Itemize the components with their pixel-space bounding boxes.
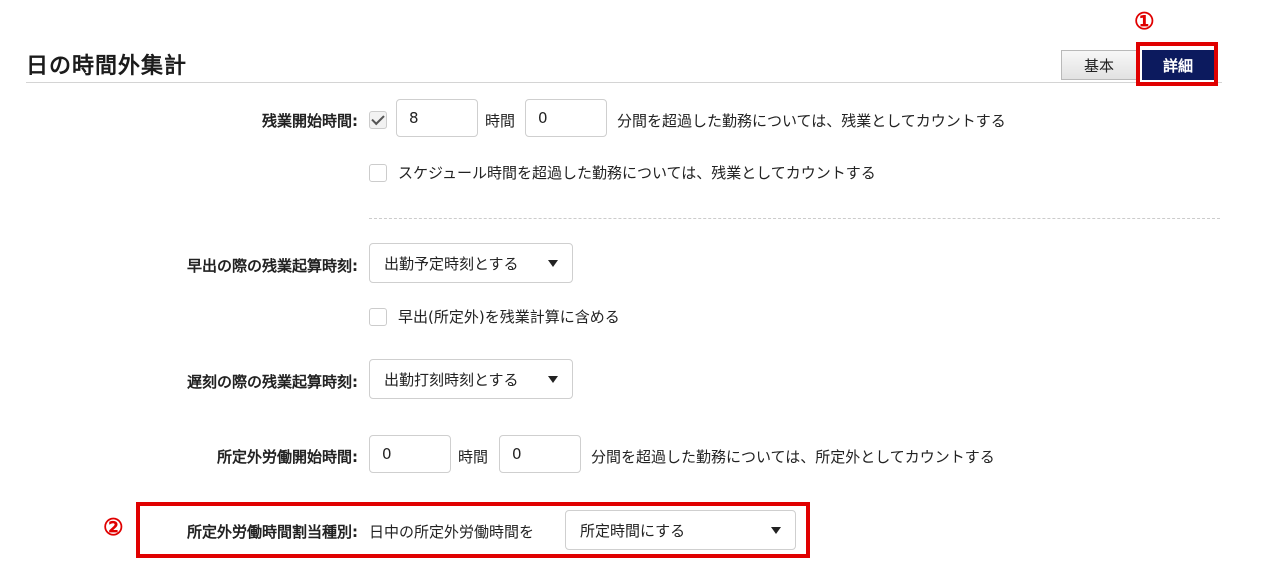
allocation-label: 所定外労働時間割当種別: [187,523,358,541]
callout-marker-1: ① [1134,8,1155,35]
early-include-checkbox[interactable] [369,308,387,326]
allocation-select[interactable]: 所定時間にする [565,510,796,550]
chevron-down-icon [548,375,558,383]
overtime-start-label: 残業開始時間: [262,112,358,130]
allocation-prefix: 日中の所定外労働時間を [369,523,535,541]
schedule-overtime-checkbox[interactable] [369,164,387,182]
late-calc-label: 遅刻の際の残業起算時刻: [187,373,358,391]
overtime-minutes-input[interactable]: 0 [525,99,607,137]
early-calc-selected: 出勤予定時刻とする [384,254,519,273]
chevron-down-icon [548,259,558,267]
callout-marker-2: ② [103,514,124,541]
non-scheduled-start-label: 所定外労働開始時間: [217,448,358,466]
allocation-selected: 所定時間にする [580,521,686,540]
overtime-start-checkbox[interactable] [369,111,387,129]
title-divider [26,82,1222,83]
section-divider [369,218,1220,219]
chevron-down-icon [771,526,781,534]
early-calc-label: 早出の際の残業起算時刻: [187,257,358,275]
overtime-minutes-suffix: 分間を超過した勤務については、残業としてカウントする [617,112,1006,130]
early-calc-select[interactable]: 出勤予定時刻とする [369,243,573,283]
non-scheduled-minutes-input[interactable]: 0 [499,435,581,473]
highlight-box-detail [1136,42,1218,86]
late-calc-selected: 出勤打刻時刻とする [384,370,519,389]
non-scheduled-hours-unit: 時間 [458,448,489,466]
late-calc-select[interactable]: 出勤打刻時刻とする [369,359,573,399]
non-scheduled-minutes-suffix: 分間を超過した勤務については、所定外としてカウントする [591,448,995,466]
overtime-hours-input[interactable]: 8 [396,99,478,137]
early-include-label: 早出(所定外)を残業計算に含める [398,308,620,326]
tab-basic[interactable]: 基本 [1061,50,1137,80]
non-scheduled-hours-input[interactable]: 0 [369,435,451,473]
schedule-overtime-label: スケジュール時間を超過した勤務については、残業としてカウントする [398,164,876,182]
page-title: 日の時間外集計 [26,54,188,79]
check-icon [371,111,385,126]
overtime-hours-unit: 時間 [485,112,516,130]
